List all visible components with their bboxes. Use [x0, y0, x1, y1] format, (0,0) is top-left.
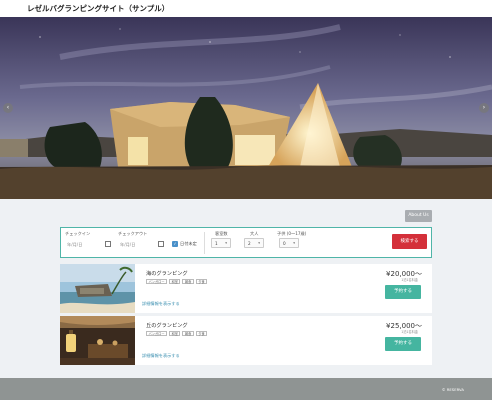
- checkout-date-input[interactable]: 年/月/日: [120, 240, 135, 249]
- plan-tag: バンガロー: [146, 279, 168, 284]
- plan-tags: バンガロー 和室 朝食 夕食: [146, 279, 208, 284]
- checkout-label: チェックアウト: [118, 231, 148, 236]
- date-undecided-checkbox[interactable]: ✓: [172, 241, 178, 247]
- plan-detail-link[interactable]: 詳細情報を表示する: [142, 353, 180, 359]
- adults-select[interactable]: 2 ▾: [244, 238, 264, 248]
- plan-tag: 朝食: [182, 279, 194, 284]
- plan-tag: 夕食: [195, 279, 208, 284]
- plan-photo: [60, 264, 135, 313]
- plan-name[interactable]: 海のグランピング: [146, 270, 188, 277]
- children-label: 子供 (0〜17歳): [277, 231, 307, 236]
- calendar-icon[interactable]: [105, 241, 111, 247]
- reserve-button[interactable]: 予約する: [385, 285, 421, 299]
- children-select[interactable]: 0 ▾: [279, 238, 299, 248]
- plan-photo: [60, 316, 135, 365]
- site-title[interactable]: レゼルバグランピングサイト（サンプル）: [27, 3, 169, 14]
- calendar-icon[interactable]: [158, 241, 164, 247]
- plan-tag: バンガロー: [146, 331, 168, 336]
- checkin-date-input[interactable]: 年/月/日: [67, 240, 82, 249]
- reserve-button[interactable]: 予約する: [385, 337, 421, 351]
- plan-card: 海のグランピング バンガロー 和室 朝食 夕食 詳細情報を表示する ¥20,00…: [60, 264, 432, 313]
- chevron-down-icon: ▾: [258, 241, 260, 245]
- plan-price-note: 1泊1名料金: [401, 278, 418, 282]
- hero-carousel: ‹ ›: [0, 17, 492, 199]
- plan-card: 丘のグランピング バンガロー 和室 朝食 夕食 詳細情報を表示する ¥25,00…: [60, 316, 432, 365]
- copyright: © RESERVA: [441, 387, 464, 392]
- divider: [204, 232, 205, 254]
- plan-tag: 朝食: [182, 331, 194, 336]
- search-button[interactable]: 検索する: [392, 234, 427, 249]
- adults-value: 2: [248, 241, 251, 246]
- plan-tag: 和室: [169, 331, 181, 336]
- site-footer: © RESERVA: [0, 378, 492, 400]
- plan-tag: 夕食: [195, 331, 208, 336]
- adults-label: 大人: [250, 231, 259, 236]
- carousel-next-button[interactable]: ›: [479, 103, 489, 113]
- carousel-prev-button[interactable]: ‹: [3, 103, 13, 113]
- chevron-down-icon: ▾: [293, 241, 295, 245]
- checkin-label: チェックイン: [65, 231, 91, 236]
- search-panel: チェックイン 年/月/日 チェックアウト 年/月/日 ✓ 日付未定 客室数 1 ▾…: [60, 227, 432, 258]
- plan-name[interactable]: 丘のグランピング: [146, 322, 188, 329]
- hero-image: [0, 17, 492, 199]
- chevron-down-icon: ▾: [225, 241, 227, 245]
- plan-price-note: 1泊1名料金: [401, 330, 418, 334]
- plan-tags: バンガロー 和室 朝食 夕食: [146, 331, 208, 336]
- plan-image[interactable]: [60, 264, 135, 313]
- rooms-value: 1: [215, 241, 218, 246]
- rooms-label: 客室数: [215, 231, 228, 236]
- date-undecided-label: 日付未定: [180, 241, 197, 246]
- plan-image[interactable]: [60, 316, 135, 365]
- children-value: 0: [283, 241, 286, 246]
- site-header: レゼルバグランピングサイト（サンプル）: [0, 0, 492, 17]
- about-us-button[interactable]: About Us: [405, 210, 432, 222]
- plan-tag: 和室: [169, 279, 181, 284]
- rooms-select[interactable]: 1 ▾: [211, 238, 231, 248]
- plan-detail-link[interactable]: 詳細情報を表示する: [142, 301, 180, 307]
